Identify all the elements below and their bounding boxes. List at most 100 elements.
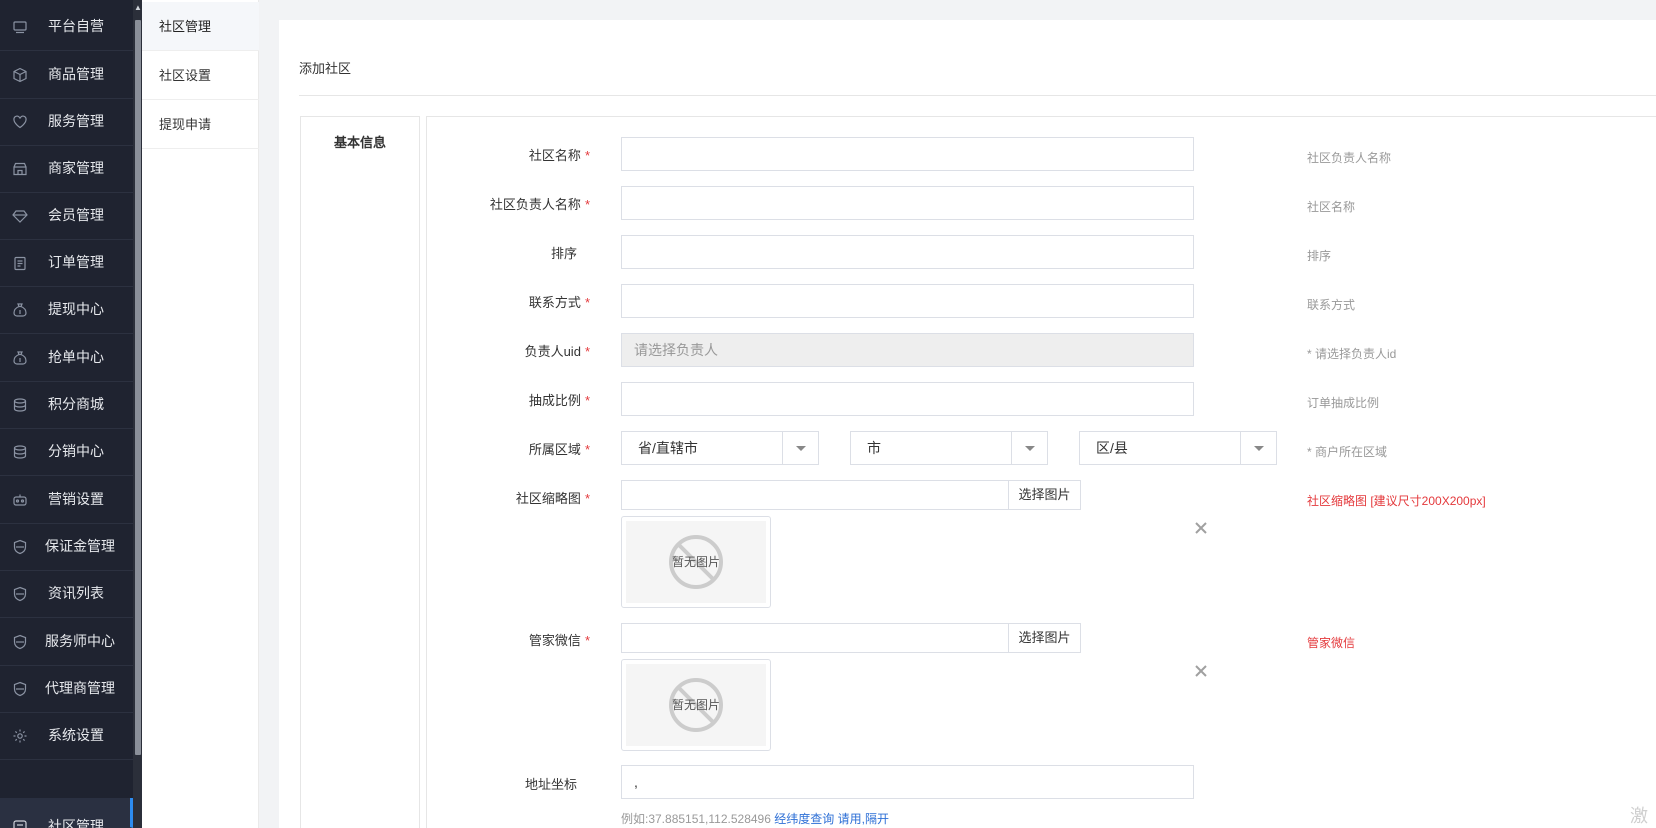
- manager-name-hint: 社区名称: [1307, 200, 1356, 214]
- province-value: 省/直辖市: [638, 440, 698, 456]
- sidebar-item-distribution[interactable]: 分销中心: [0, 427, 133, 476]
- community-icon: [12, 817, 28, 828]
- wechat-select-button[interactable]: 选择图片: [1008, 623, 1081, 653]
- gear-icon: [12, 728, 28, 744]
- thumbnail-remove-icon[interactable]: [1194, 521, 1208, 535]
- community-name-input[interactable]: [621, 137, 1194, 171]
- sidebar-item-member[interactable]: 会员管理: [0, 191, 133, 240]
- sidebar-item-label: 抢单中心: [48, 349, 104, 365]
- no-image-text: 暂无图片: [671, 555, 720, 569]
- tab-basic-info[interactable]: 基本信息: [301, 117, 419, 169]
- sidebar-item-agent[interactable]: 代理商管理: [0, 664, 133, 713]
- contact-hint: 联系方式: [1307, 298, 1356, 312]
- sidebar-item-label: 社区管理: [48, 818, 104, 828]
- sidebar-item-label: 服务师中心: [45, 633, 115, 649]
- ratio-hint: 订单抽成比例: [1307, 396, 1380, 410]
- region-label: 所属区域 *: [528, 442, 590, 457]
- subnav-item-community-manage[interactable]: 社区管理: [142, 2, 259, 51]
- sidebar-item-label: 提现中心: [48, 301, 104, 317]
- sub-sidebar: 社区管理 社区设置 提现申请: [142, 0, 259, 828]
- money-bag-icon: [12, 302, 28, 318]
- main-sidebar: 平台自营 商品管理 服务管理 商家管理 会员管理 订单管理 提现中心 抢单中心 …: [0, 0, 142, 828]
- sidebar-item-points-mall[interactable]: 积分商城: [0, 380, 133, 429]
- sidebar-item-news[interactable]: 资讯列表: [0, 569, 133, 618]
- sidebar-item-servicer[interactable]: 服务师中心: [0, 617, 133, 666]
- city-select[interactable]: 市: [850, 431, 1048, 465]
- province-select[interactable]: 省/直辖市: [621, 431, 819, 465]
- wechat-path-input[interactable]: [621, 623, 1009, 653]
- sidebar-item-label: 积分商城: [48, 396, 104, 412]
- uid-label: 负责人uid *: [524, 344, 590, 359]
- database-icon: [12, 397, 28, 413]
- sidebar-item-label: 资讯列表: [48, 585, 104, 601]
- store-icon: [12, 161, 28, 177]
- scroll-up-arrow-icon[interactable]: ▲: [134, 3, 142, 13]
- city-value: 市: [867, 440, 881, 456]
- ratio-input[interactable]: [621, 382, 1194, 416]
- sidebar-item-label: 会员管理: [48, 207, 104, 223]
- manager-name-label: 社区负责人名称 *: [489, 197, 590, 212]
- sidebar-item-marketing[interactable]: 营销设置: [0, 475, 133, 524]
- shield-icon: [12, 634, 28, 650]
- no-image-text: 暂无图片: [671, 698, 720, 712]
- title-divider: [299, 95, 1656, 96]
- contact-input[interactable]: [621, 284, 1194, 318]
- sidebar-item-grab-order[interactable]: 抢单中心: [0, 333, 133, 382]
- shield-icon: [12, 681, 28, 697]
- wechat-hint: 管家微信: [1307, 636, 1356, 650]
- database-icon: [12, 444, 28, 460]
- sidebar-item-label: 分销中心: [48, 443, 104, 459]
- coords-example: 例如:37.885151,112.528496 经纬度查询 请用,隔开: [621, 810, 889, 827]
- coords-label: 地址坐标: [524, 777, 577, 792]
- box-icon: [12, 67, 28, 83]
- thumbnail-preview[interactable]: 暂无图片: [621, 516, 771, 608]
- thumbnail-select-button[interactable]: 选择图片: [1008, 480, 1081, 510]
- name-label: 社区名称 *: [528, 148, 590, 163]
- thumbnail-label: 社区缩略图 *: [515, 491, 590, 506]
- district-value: 区/县: [1096, 440, 1128, 456]
- sidebar-item-label: 平台自营: [48, 18, 104, 34]
- sidebar-item-service[interactable]: 服务管理: [0, 97, 133, 146]
- page-title: 添加社区: [299, 61, 352, 76]
- manager-uid-input[interactable]: 请选择负责人: [621, 333, 1194, 367]
- sort-input[interactable]: [621, 235, 1194, 269]
- chevron-down-icon: [782, 432, 818, 464]
- sidebar-item-system[interactable]: 系统设置: [0, 711, 133, 760]
- district-select[interactable]: 区/县: [1079, 431, 1277, 465]
- chevron-down-icon: [1240, 432, 1276, 464]
- coords-example-text: 例如:37.885151,112.528496: [621, 812, 771, 826]
- contact-label: 联系方式 *: [528, 295, 590, 310]
- name-hint: 社区负责人名称: [1307, 151, 1392, 165]
- sidebar-item-order[interactable]: 订单管理: [0, 238, 133, 287]
- chevron-down-icon: [1011, 432, 1047, 464]
- sidebar-item-label: 营销设置: [48, 491, 104, 507]
- sort-label: 排序: [550, 246, 577, 261]
- region-hint: * 商户所在区域: [1307, 445, 1388, 459]
- sidebar-item-label: 代理商管理: [45, 680, 115, 696]
- sidebar-item-platform[interactable]: 平台自营: [0, 2, 133, 51]
- heart-icon: [12, 114, 28, 130]
- sidebar-item-community[interactable]: 社区管理: [0, 798, 133, 828]
- form-tab-column: 基本信息: [300, 116, 420, 828]
- wechat-preview[interactable]: 暂无图片: [621, 659, 771, 751]
- main-panel: 添加社区 基本信息 社区名称 * 社区负责人名称 社区负责人名称 * 社区名称 排序…: [279, 20, 1656, 828]
- activation-watermark: 激活: [1630, 806, 1648, 826]
- subnav-item-community-settings[interactable]: 社区设置: [142, 51, 259, 100]
- shield-icon: [12, 539, 28, 555]
- manager-name-input[interactable]: [621, 186, 1194, 220]
- sidebar-item-label: 系统设置: [48, 727, 104, 743]
- sidebar-item-merchant[interactable]: 商家管理: [0, 144, 133, 193]
- coords-input[interactable]: ,: [621, 765, 1194, 799]
- latlng-lookup-link[interactable]: 经纬度查询: [774, 812, 834, 826]
- sidebar-item-withdraw[interactable]: 提现中心: [0, 285, 133, 334]
- robot-icon: [12, 492, 28, 508]
- subnav-item-withdraw-apply[interactable]: 提现申请: [142, 100, 259, 149]
- sidebar-item-goods[interactable]: 商品管理: [0, 50, 133, 99]
- sidebar-item-label: 订单管理: [48, 254, 104, 270]
- sidebar-scrollbar-thumb[interactable]: [135, 20, 141, 755]
- monitor-icon: [12, 19, 28, 35]
- wechat-remove-icon[interactable]: [1194, 664, 1208, 678]
- thumbnail-hint: 社区缩略图 [建议尺寸200X200px]: [1307, 494, 1486, 508]
- thumbnail-path-input[interactable]: [621, 480, 1009, 510]
- sidebar-item-deposit[interactable]: 保证金管理: [0, 522, 133, 571]
